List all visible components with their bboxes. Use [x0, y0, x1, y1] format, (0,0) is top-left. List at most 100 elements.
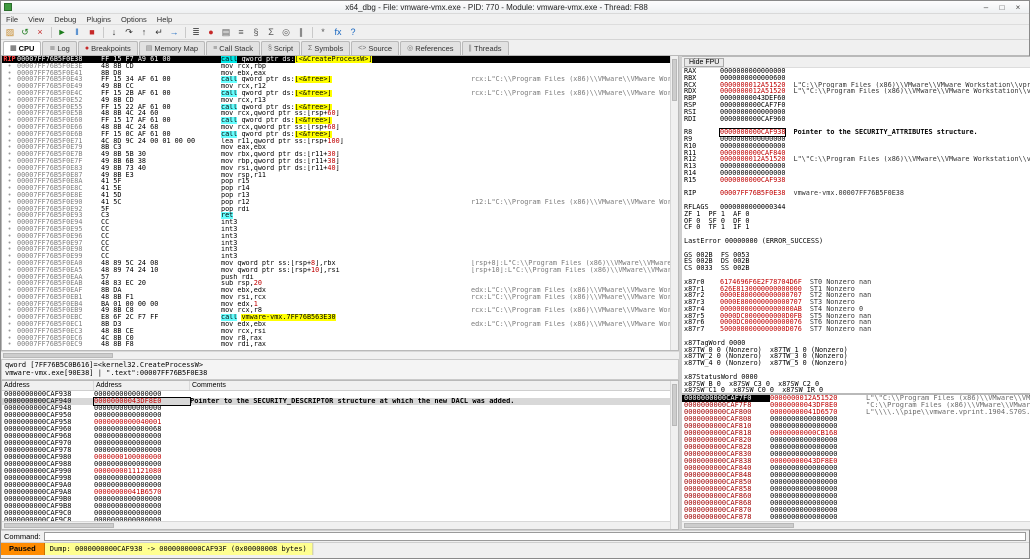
register-info-row[interactable]: CS 0033 SS 002B	[684, 265, 1030, 272]
tab-call-stack[interactable]: ≡ Call Stack	[206, 41, 260, 55]
disasm-row[interactable]: • 00007FF76B5F0E90 41 5C pop r12 r12:L"C:\\P…	[2, 199, 678, 206]
calculator-icon[interactable]: fx	[331, 26, 345, 39]
dump-row[interactable]: 0000000000CAF940 00000000043DF8E0 Pointer …	[2, 397, 678, 406]
disasm-vertical-scrollbar[interactable]	[670, 56, 678, 350]
open-file-icon[interactable]: ▨	[3, 26, 17, 39]
disasm-row[interactable]: • 00007FF76B5F0E92 5F pop rdi	[2, 206, 678, 213]
disasm-row[interactable]: • 00007FF76B5F0E55 FF 15 22 AF 61 00 call q…	[2, 103, 678, 111]
dump-row[interactable]: 0000000000CAF938 0000000000000000	[2, 391, 678, 398]
command-input[interactable]	[43, 532, 1026, 541]
call-stack-icon[interactable]: ≡	[234, 26, 248, 39]
dump-col-value[interactable]: Address	[94, 381, 190, 390]
register-info-row[interactable]: CF 0 TF 1 IF 1	[684, 224, 1030, 231]
disasm-row[interactable]: • 00007FF76B5F0E8E 41 5D pop r13	[2, 192, 678, 199]
dump-col-address[interactable]: Address	[2, 381, 94, 390]
script-icon[interactable]: §	[249, 26, 263, 39]
dump-row[interactable]: 0000000000CAF9C0 0000000000000000	[2, 510, 678, 517]
disasm-row[interactable]: • 00007FF76B5F0E83 49 8B 73 40 mov rsi,qwor…	[2, 165, 678, 172]
register-row-rip[interactable]: RIP 00007FF76B5F0E38 vmware-vmx.00007FF76B…	[684, 190, 1030, 197]
dump-row[interactable]: 0000000000CAF970 0000000000000000	[2, 440, 678, 447]
dump-row[interactable]: 0000000000CAF9B8 0000000000000000	[2, 503, 678, 510]
hide-fpu-button[interactable]: Hide FPU	[684, 57, 725, 67]
threads-icon[interactable]: ∥	[294, 26, 308, 39]
disasm-row[interactable]: • 00007FF76B5F0E94 CC int3	[2, 219, 678, 226]
disasm-row[interactable]: • 00007FF76B5F0EB1 48 8B F1 mov rsi,rcx rcx:…	[2, 294, 678, 301]
disasm-row[interactable]: • 00007FF76B5F0EC6 4C 8B C0 mov r8,rax	[2, 335, 678, 342]
settings-icon[interactable]: *	[316, 26, 330, 39]
tab-breakpoints[interactable]: ● Breakpoints	[77, 41, 138, 55]
disasm-row[interactable]: • 00007FF76B5F0E98 CC int3	[2, 246, 678, 253]
disasm-row[interactable]: • 00007FF76B5F0E7F 49 8B 6B 38 mov rbp,qwor…	[2, 158, 678, 165]
stop-icon[interactable]: ■	[85, 26, 99, 39]
disasm-row[interactable]: • 00007FF76B5F0EC9 48 8B F8 mov rdi,rax	[2, 341, 678, 348]
disasm-row[interactable]: • 00007FF76B5F0E43 FF 15 34 AF 61 00 call q…	[2, 76, 678, 84]
disasm-row[interactable]: • 00007FF76B5F0E8A 41 5F pop r15	[2, 178, 678, 185]
disasm-row[interactable]: • 00007FF76B5F0E3E 48 8B CD mov rcx,rbp	[2, 63, 678, 70]
scrollbar-thumb[interactable]	[684, 523, 794, 528]
dump-row[interactable]: 0000000000CAF978 0000000000000000	[2, 447, 678, 454]
dump-row[interactable]: 0000000000CAF9A8 00000000041B6570	[2, 489, 678, 496]
dump-horizontal-scrollbar[interactable]	[2, 521, 678, 529]
disasm-row[interactable]: • 00007FF76B5F0E49 49 8B CC mov rcx,r12	[2, 83, 678, 90]
step-over-icon[interactable]: ↷	[122, 26, 136, 39]
memory-map-icon[interactable]: ▤	[219, 26, 233, 39]
disasm-row[interactable]: • 00007FF76B5F0EA0 48 89 5C 24 08 mov qword…	[2, 260, 678, 267]
disasm-row[interactable]: • 00007FF76B5F0E97 CC int3	[2, 240, 678, 247]
dump-vertical-scrollbar[interactable]	[670, 381, 678, 529]
disasm-horizontal-scrollbar[interactable]	[1, 351, 679, 359]
stack-row[interactable]: 0000000000CAF878 0000000000000000	[682, 514, 1030, 521]
scrollbar-thumb[interactable]	[672, 384, 677, 426]
pause-icon[interactable]: ‖	[70, 26, 84, 39]
disasm-row[interactable]: • 00007FF76B5F0EA5 48 89 74 24 10 mov qword…	[2, 267, 678, 274]
help-icon[interactable]: ?	[346, 26, 360, 39]
disasm-row[interactable]: • 00007FF76B5F0E71 4C 8D 9C 24 00 01 00 00…	[2, 138, 678, 145]
disasm-row[interactable]: • 00007FF76B5F0EC3 48 8B CE mov rcx,rsi	[2, 328, 678, 335]
register-info-row[interactable]: LastError 00000000 (ERROR_SUCCESS)	[684, 238, 1030, 245]
execute-till-return-icon[interactable]: ↵	[152, 26, 166, 39]
disasm-row[interactable]: • 00007FF76B5F0E87 49 8B E3 mov rsp,r11	[2, 172, 678, 179]
tab-references[interactable]: ◎ References	[400, 41, 461, 55]
menu-view[interactable]: View	[23, 15, 49, 24]
disasm-row[interactable]: • 00007FF76B5F0EBC E8 6F 2C F7 FF call vmwa…	[2, 314, 678, 322]
log-icon[interactable]: ≣	[189, 26, 203, 39]
disasm-row[interactable]: • 00007FF76B5F0E60 FF 15 17 AF 61 00 call q…	[2, 117, 678, 124]
tab-log[interactable]: ≣ Log	[42, 41, 77, 55]
tab-script[interactable]: § Script	[260, 41, 301, 55]
tab-symbols[interactable]: Σ Symbols	[301, 41, 351, 55]
register-row-x87r7[interactable]: x87r7 5000000000000000D076 ST7 Nonzero nan	[684, 326, 1030, 333]
disasm-row[interactable]: • 00007FF76B5F0E52 49 8B CD mov rcx,r13	[2, 97, 678, 104]
register-row-rdi[interactable]: RDI 0000000000CAF960	[684, 115, 1030, 123]
disasm-row[interactable]: • 00007FF76B5F0E79 8B C3 mov eax,ebx	[2, 144, 678, 151]
register-row-r15[interactable]: R15 0000000000CAF938	[684, 176, 1030, 184]
scrollbar-thumb[interactable]	[672, 59, 677, 101]
dump-row[interactable]: 0000000000CAF988 0000000000000000	[2, 461, 678, 468]
menu-options[interactable]: Options	[116, 15, 152, 24]
disasm-row[interactable]: • 00007FF76B5F0E5B 48 8B 4C 24 60 mov rcx,q…	[2, 110, 678, 117]
menu-help[interactable]: Help	[152, 15, 177, 24]
close-process-icon[interactable]: ×	[33, 26, 47, 39]
dump-row[interactable]: 0000000000CAF950 0000000000000000	[2, 412, 678, 419]
dump-row[interactable]: 0000000000CAF9B0 0000000000000000	[2, 496, 678, 503]
disasm-row[interactable]: • 00007FF76B5F0E7B 49 8B 5B 30 mov rbx,qwor…	[2, 151, 678, 158]
disasm-row[interactable]: • 00007FF76B5F0E8C 41 5E pop r14	[2, 185, 678, 192]
tab-memory-map[interactable]: ▤ Memory Map	[138, 41, 206, 55]
disasm-row[interactable]: • 00007FF76B5F0EC1 8B D3 mov edx,ebx edx:L"C…	[2, 321, 678, 328]
dump-row[interactable]: 0000000000CAF960 0000000000000068	[2, 426, 678, 433]
menu-debug[interactable]: Debug	[49, 15, 81, 24]
tab-source[interactable]: <> Source	[351, 41, 400, 55]
dump-row[interactable]: 0000000000CAF958 0000000000040001	[2, 419, 678, 426]
dump-row[interactable]: 0000000000CAF948 0000000000000000	[2, 405, 678, 412]
disasm-row[interactable]: • 00007FF76B5F0EB9 49 8B C8 mov rcx,r8 rcx:L…	[2, 307, 678, 314]
minimize-button[interactable]: –	[978, 2, 994, 13]
disasm-row[interactable]: RIP 00007FF76B5F0E38 FF 15 F7 A9 61 00 call…	[2, 56, 678, 63]
disasm-row[interactable]: • 00007FF76B5F0EAB 48 83 EC 20 sub rsp,20	[2, 280, 678, 287]
disasm-row[interactable]: • 00007FF76B5F0EAA 57 push rdi	[2, 274, 678, 281]
run-icon[interactable]: ►	[55, 26, 69, 39]
stack-horizontal-scrollbar[interactable]	[682, 521, 1030, 529]
disasm-row[interactable]: • 00007FF76B5F0E6B FF 15 0C AF 61 00 call q…	[2, 130, 678, 138]
dump-col-comments[interactable]: Comments	[190, 381, 678, 390]
disasm-row[interactable]: • 00007FF76B5F0E66 48 8B 4C 24 68 mov rcx,q…	[2, 124, 678, 131]
disasm-row[interactable]: • 00007FF76B5F0E4C FF 15 2B AF 61 00 call q…	[2, 89, 678, 97]
dump-row[interactable]: 0000000000CAF980 0000000100000000	[2, 454, 678, 461]
disasm-row[interactable]: • 00007FF76B5F0E99 CC int3	[2, 253, 678, 260]
